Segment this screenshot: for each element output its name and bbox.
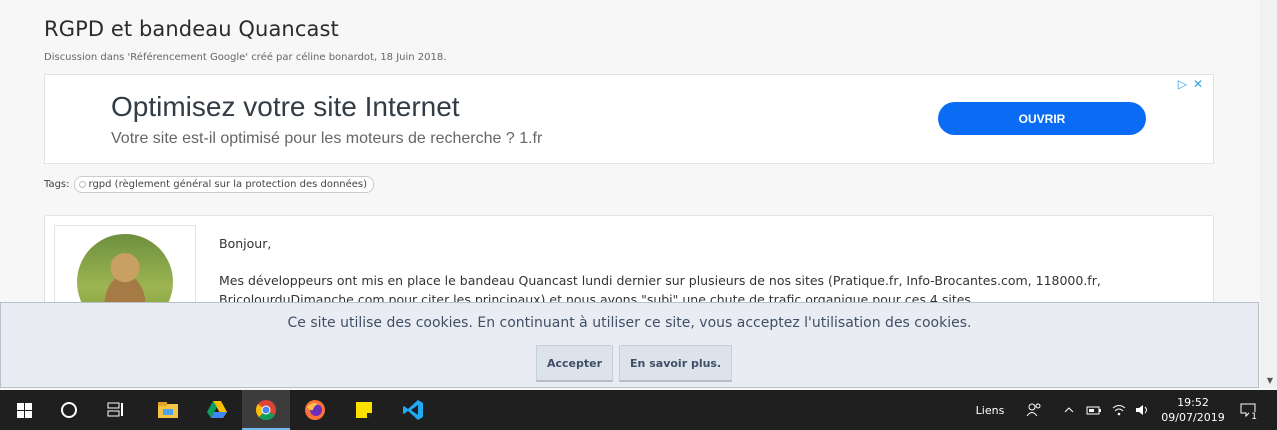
- battery-icon[interactable]: [1084, 390, 1104, 430]
- page-scrollbar[interactable]: ▼: [1260, 0, 1277, 388]
- google-drive-icon[interactable]: [193, 390, 241, 430]
- ad-open-button[interactable]: OUVRIR: [938, 102, 1146, 135]
- firefox-icon[interactable]: [291, 390, 339, 430]
- thread-meta: Discussion dans 'Référencement Google' c…: [44, 52, 447, 63]
- people-icon[interactable]: [1020, 390, 1048, 430]
- sticky-notes-icon[interactable]: [340, 390, 388, 430]
- tag-chip[interactable]: rgpd (règlement général sur la protectio…: [73, 176, 375, 193]
- accept-cookies-button[interactable]: Accepter: [536, 345, 614, 382]
- search-icon[interactable]: [45, 390, 93, 430]
- ad-headline[interactable]: Optimisez votre site Internet: [111, 91, 460, 123]
- ad-controls: ▷ ✕: [1178, 77, 1203, 91]
- start-icon[interactable]: [0, 390, 48, 430]
- post-greeting: Bonjour,: [219, 236, 272, 251]
- advertisement-banner[interactable]: Optimisez votre site Internet Votre site…: [44, 74, 1214, 164]
- post-body: Bonjour, Mes développeurs ont mis en pla…: [219, 234, 1199, 309]
- tags-row: Tags: rgpd (règlement général sur la pro…: [44, 176, 375, 193]
- tag-label: rgpd (règlement général sur la protectio…: [88, 179, 368, 190]
- volume-icon[interactable]: [1132, 390, 1152, 430]
- wifi-icon[interactable]: [1109, 390, 1129, 430]
- action-center-icon[interactable]: 1: [1234, 390, 1262, 430]
- windows-taskbar: Liens 19:52 09/07/2019 1: [0, 390, 1277, 430]
- task-view-icon[interactable]: [92, 390, 140, 430]
- cookie-buttons: Accepter En savoir plus.: [536, 345, 733, 382]
- post-line-1: Mes développeurs ont mis en place le ban…: [219, 273, 1101, 288]
- vscode-icon[interactable]: [389, 390, 437, 430]
- ad-subline[interactable]: Votre site est-il optimisé pour les mote…: [111, 130, 542, 148]
- clock-time: 19:52: [1177, 396, 1209, 409]
- close-icon[interactable]: ✕: [1193, 77, 1203, 91]
- file-explorer-icon[interactable]: [144, 390, 192, 430]
- links-toolbar[interactable]: Liens: [970, 390, 1010, 430]
- adchoices-icon[interactable]: ▷: [1178, 77, 1187, 91]
- cookie-message: Ce site utilise des cookies. En continua…: [287, 315, 972, 331]
- clock-date: 09/07/2019: [1161, 411, 1225, 424]
- page-title: RGPD et bandeau Quancast: [44, 17, 339, 41]
- chrome-icon[interactable]: [242, 390, 290, 430]
- learn-more-button[interactable]: En savoir plus.: [619, 345, 733, 382]
- scroll-down-icon[interactable]: ▼: [1267, 376, 1273, 385]
- system-clock[interactable]: 19:52 09/07/2019: [1158, 395, 1228, 425]
- chevron-up-icon[interactable]: [1059, 390, 1079, 430]
- cookie-notice: Ce site utilise des cookies. En continua…: [0, 302, 1259, 388]
- tag-dot-icon: [78, 181, 86, 188]
- tags-label: Tags:: [44, 179, 70, 190]
- notification-badge: 1: [1249, 412, 1259, 422]
